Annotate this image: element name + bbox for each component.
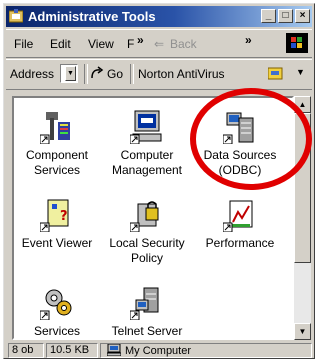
maximize-button[interactable]: □ (278, 9, 293, 23)
item-label: Services (33, 324, 80, 338)
item-label: Data Sources (ODBC) (203, 148, 277, 177)
address-label: Address (10, 67, 55, 81)
status-zone-label: My Computer (125, 345, 192, 357)
address-bar: Address ▼ Go Norton AntiVirus ▼ (6, 59, 312, 90)
close-button[interactable]: × (295, 9, 310, 23)
svg-text:?: ? (60, 209, 68, 224)
item-label: Local Security Policy (109, 236, 185, 265)
menu-edit[interactable]: Edit (50, 37, 71, 51)
menu-bar: File Edit View F » ⇐ Back » (6, 29, 312, 58)
computer-management-item[interactable]: Computer Management (104, 110, 190, 178)
computer-management-icon (130, 110, 162, 144)
back-arrow-icon[interactable]: ⇐ (154, 37, 164, 51)
separator (84, 64, 88, 84)
go-button[interactable]: Go (107, 67, 123, 81)
scroll-up-button[interactable]: ▲ (294, 96, 311, 113)
telnet-server-item[interactable]: Telnet Server (104, 286, 190, 338)
item-label: Performance (205, 236, 275, 250)
address-dropdown[interactable]: ▼ (60, 64, 78, 83)
my-computer-icon (106, 344, 122, 357)
toolbar-chevron[interactable]: » (245, 33, 252, 47)
component-services-icon (40, 112, 70, 144)
back-button[interactable]: Back (170, 37, 197, 51)
item-label: Event Viewer (21, 236, 93, 250)
menu-favorites[interactable]: F (127, 37, 134, 51)
item-label: Computer Management (111, 148, 183, 177)
explorer-window: Administrative Tools _ □ × File Edit Vie… (3, 3, 315, 359)
status-zone: My Computer (100, 343, 312, 358)
scroll-down-button[interactable]: ▼ (294, 323, 311, 340)
file-view: Component Services Computer Management D… (12, 96, 294, 340)
data-sources-odbc-item[interactable]: Data Sources (ODBC) (197, 110, 283, 178)
title-bar[interactable]: Administrative Tools _ □ × (6, 6, 312, 27)
menu-view[interactable]: View (88, 37, 114, 51)
performance-icon (223, 200, 253, 232)
item-label: Telnet Server (111, 324, 183, 338)
administrative-tools-icon (9, 9, 23, 23)
status-object-count: 8 ob (8, 343, 44, 358)
data-sources-icon (223, 112, 254, 144)
component-services-item[interactable]: Component Services (14, 110, 100, 178)
scroll-thumb[interactable] (294, 113, 311, 263)
event-viewer-icon: ? (40, 199, 69, 232)
minimize-button[interactable]: _ (261, 9, 276, 23)
item-label: Component Services (25, 148, 89, 177)
menu-file[interactable]: File (14, 37, 33, 51)
local-security-policy-item[interactable]: Local Security Policy (104, 198, 190, 266)
telnet-server-icon (130, 287, 159, 320)
status-size: 10.5 KB (46, 343, 98, 358)
menu-chevron[interactable]: » (137, 33, 144, 47)
go-arrow-icon[interactable] (90, 66, 104, 80)
windows-logo-icon (286, 33, 308, 53)
separator (130, 64, 134, 84)
event-viewer-item[interactable]: ? Event Viewer (14, 198, 100, 251)
services-icon (40, 289, 72, 320)
local-security-icon (130, 201, 159, 232)
norton-icon[interactable] (268, 66, 284, 81)
performance-item[interactable]: Performance (197, 198, 283, 251)
window-title: Administrative Tools (28, 9, 156, 24)
status-bar: 8 ob 10.5 KB My Computer (6, 342, 312, 358)
norton-antivirus-button[interactable]: Norton AntiVirus (138, 67, 225, 81)
dropdown-arrow-icon[interactable]: ▼ (65, 66, 76, 81)
norton-dropdown-icon[interactable]: ▼ (296, 67, 305, 77)
services-item[interactable]: Services (14, 286, 100, 338)
vertical-scrollbar[interactable]: ▲ ▼ (294, 96, 311, 340)
